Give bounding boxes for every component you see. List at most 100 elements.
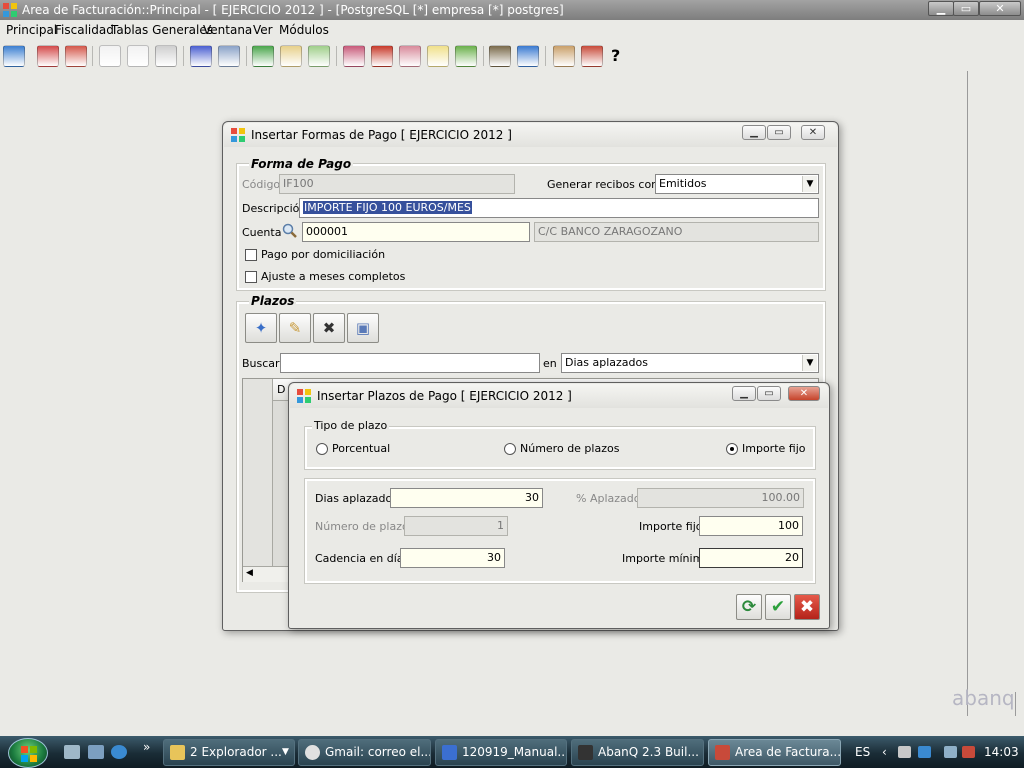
quicklaunch-overflow-icon[interactable]: » [143, 740, 150, 754]
search-icon[interactable] [282, 223, 298, 239]
abanq-watermark: abanq [952, 686, 1015, 710]
buscar-en-select[interactable]: Dias aplazados ▼ [561, 353, 819, 373]
volume-muted-icon[interactable] [962, 746, 975, 758]
user-icon[interactable] [553, 45, 575, 67]
close-icon: ✖ [799, 597, 815, 617]
importe-minimo-field[interactable]: 20 [699, 548, 803, 568]
taskbar-item-abanq-build[interactable]: AbanQ 2.3 Buil... [571, 739, 704, 766]
plazos-maximize-button[interactable]: ▭ [757, 386, 781, 401]
calculator-icon[interactable] [371, 45, 393, 67]
language-indicator[interactable]: ES [855, 745, 870, 759]
importe-fijo-radio[interactable] [726, 443, 738, 455]
show-desktop-icon[interactable] [64, 745, 80, 759]
add-plazo-button[interactable]: ✦ [245, 313, 277, 343]
spreadsheet-icon[interactable] [455, 45, 477, 67]
cuenta-field[interactable]: 000001 [302, 222, 530, 242]
table-header-cell[interactable]: D [277, 383, 285, 396]
people-icon[interactable] [343, 45, 365, 67]
close-button[interactable]: ✕ [979, 1, 1021, 16]
lock-icon[interactable] [218, 45, 240, 67]
menu-principal[interactable]: Principal [6, 20, 57, 41]
edit-icon[interactable] [190, 45, 212, 67]
help-pointer-icon[interactable]: ? [611, 45, 633, 67]
numero-plazos-field: 1 [404, 516, 508, 536]
generar-recibos-select[interactable]: Emitidos ▼ [655, 174, 819, 194]
plazos-group-title: Plazos [249, 294, 297, 308]
chevron-down-icon[interactable]: ▼ [802, 176, 817, 192]
taskbar-item-label: 2 Explorador ... [190, 745, 282, 759]
download-icon[interactable] [252, 45, 274, 67]
taskbar-item-gmail[interactable]: Gmail: correo el... [298, 739, 431, 766]
buscar-label: Buscar [242, 357, 280, 370]
folder-icon [170, 745, 185, 760]
users-group-icon[interactable] [65, 45, 87, 67]
internet-explorer-icon[interactable] [111, 745, 127, 759]
globe-icon[interactable] [517, 45, 539, 67]
refresh-button[interactable]: ⟳ [736, 594, 762, 620]
importe-fijo-field[interactable]: 100 [699, 516, 803, 536]
dias-aplazados-field[interactable]: 30 [390, 488, 543, 508]
clock[interactable]: 14:03 [984, 745, 1019, 759]
plazos-close-button[interactable]: ✕ [788, 386, 820, 401]
document-abc-icon[interactable] [127, 45, 149, 67]
cuenta-label: Cuenta [242, 226, 282, 239]
taskbar-item-area-facturacion[interactable]: Area de Factura... [708, 739, 841, 766]
numero-plazos-radio[interactable] [504, 443, 516, 455]
app-logo-icon [3, 3, 17, 17]
users-icon[interactable] [37, 45, 59, 67]
bluetooth-icon[interactable] [918, 746, 931, 758]
menu-fiscalidad[interactable]: Fiscalidad [55, 20, 114, 41]
network-icon[interactable] [944, 746, 957, 758]
en-label: en [543, 357, 557, 370]
formas-close-button[interactable]: ✕ [801, 125, 825, 140]
document-icon[interactable] [280, 45, 302, 67]
taskbar-item-manual[interactable]: 120919_Manual... [435, 739, 567, 766]
delete-plazo-button[interactable]: ✖ [313, 313, 345, 343]
buscar-input[interactable] [280, 353, 540, 373]
usb-device-icon[interactable] [898, 746, 911, 758]
chevron-down-icon: ▼ [282, 747, 289, 757]
formas-minimize-button[interactable]: ▁ [742, 125, 766, 140]
domiciliacion-checkbox[interactable] [245, 249, 257, 261]
windows-taskbar: » 2 Explorador ... ▼ Gmail: correo el...… [0, 736, 1024, 768]
notes-icon[interactable] [427, 45, 449, 67]
forma-pago-group-title: Forma de Pago [249, 157, 354, 171]
scroll-left-icon[interactable]: ◀ [246, 568, 253, 578]
taskbar-item-explorador[interactable]: 2 Explorador ... ▼ [163, 739, 295, 766]
menu-ver[interactable]: Ver [253, 20, 273, 41]
home-icon[interactable] [3, 45, 25, 67]
menu-modulos[interactable]: Módulos [279, 20, 329, 41]
edit-plazo-button[interactable]: ✎ [279, 313, 311, 343]
box-icon[interactable] [489, 45, 511, 67]
dias-aplazados-label: Dias aplazados [315, 492, 398, 505]
menu-tablas-generales[interactable]: Tablas Generales [111, 20, 213, 41]
numero-plazos-label: Número de plazos [315, 520, 415, 533]
numero-plazos-radio-label: Número de plazos [520, 442, 620, 455]
formas-pago-title-bar: Insertar Formas de Pago [ EJERCICIO 2012… [224, 123, 837, 147]
formas-maximize-button[interactable]: ▭ [767, 125, 791, 140]
toolbar-separator [483, 46, 484, 66]
switch-windows-icon[interactable] [88, 745, 104, 759]
start-button[interactable] [8, 738, 48, 768]
tools-icon[interactable] [581, 45, 603, 67]
maximize-button[interactable]: ▭ [953, 1, 979, 16]
minimize-button[interactable]: ▁ [928, 1, 954, 16]
cancel-button[interactable]: ✖ [794, 594, 820, 620]
document-export-icon[interactable] [308, 45, 330, 67]
ajuste-meses-checkbox[interactable] [245, 271, 257, 283]
people-list-icon[interactable] [399, 45, 421, 67]
tray-expand-icon[interactable]: ‹ [882, 745, 887, 759]
print-icon[interactable] [155, 45, 177, 67]
descripcion-field[interactable]: IMPORTE FIJO 100 EUROS/MES [299, 198, 819, 218]
menu-ventana[interactable]: Ventana [203, 20, 252, 41]
codigo-field[interactable]: IF100 [279, 174, 515, 194]
app-logo-icon [231, 128, 245, 142]
cadencia-dias-field[interactable]: 30 [400, 548, 505, 568]
calendar-icon[interactable] [99, 45, 121, 67]
plazos-minimize-button[interactable]: ▁ [732, 386, 756, 401]
chevron-down-icon[interactable]: ▼ [802, 355, 817, 371]
accept-button[interactable]: ✔ [765, 594, 791, 620]
plazos-pago-title-bar: Insertar Plazos de Pago [ EJERCICIO 2012… [290, 384, 828, 408]
view-plazo-button[interactable]: ▣ [347, 313, 379, 343]
porcentual-radio[interactable] [316, 443, 328, 455]
